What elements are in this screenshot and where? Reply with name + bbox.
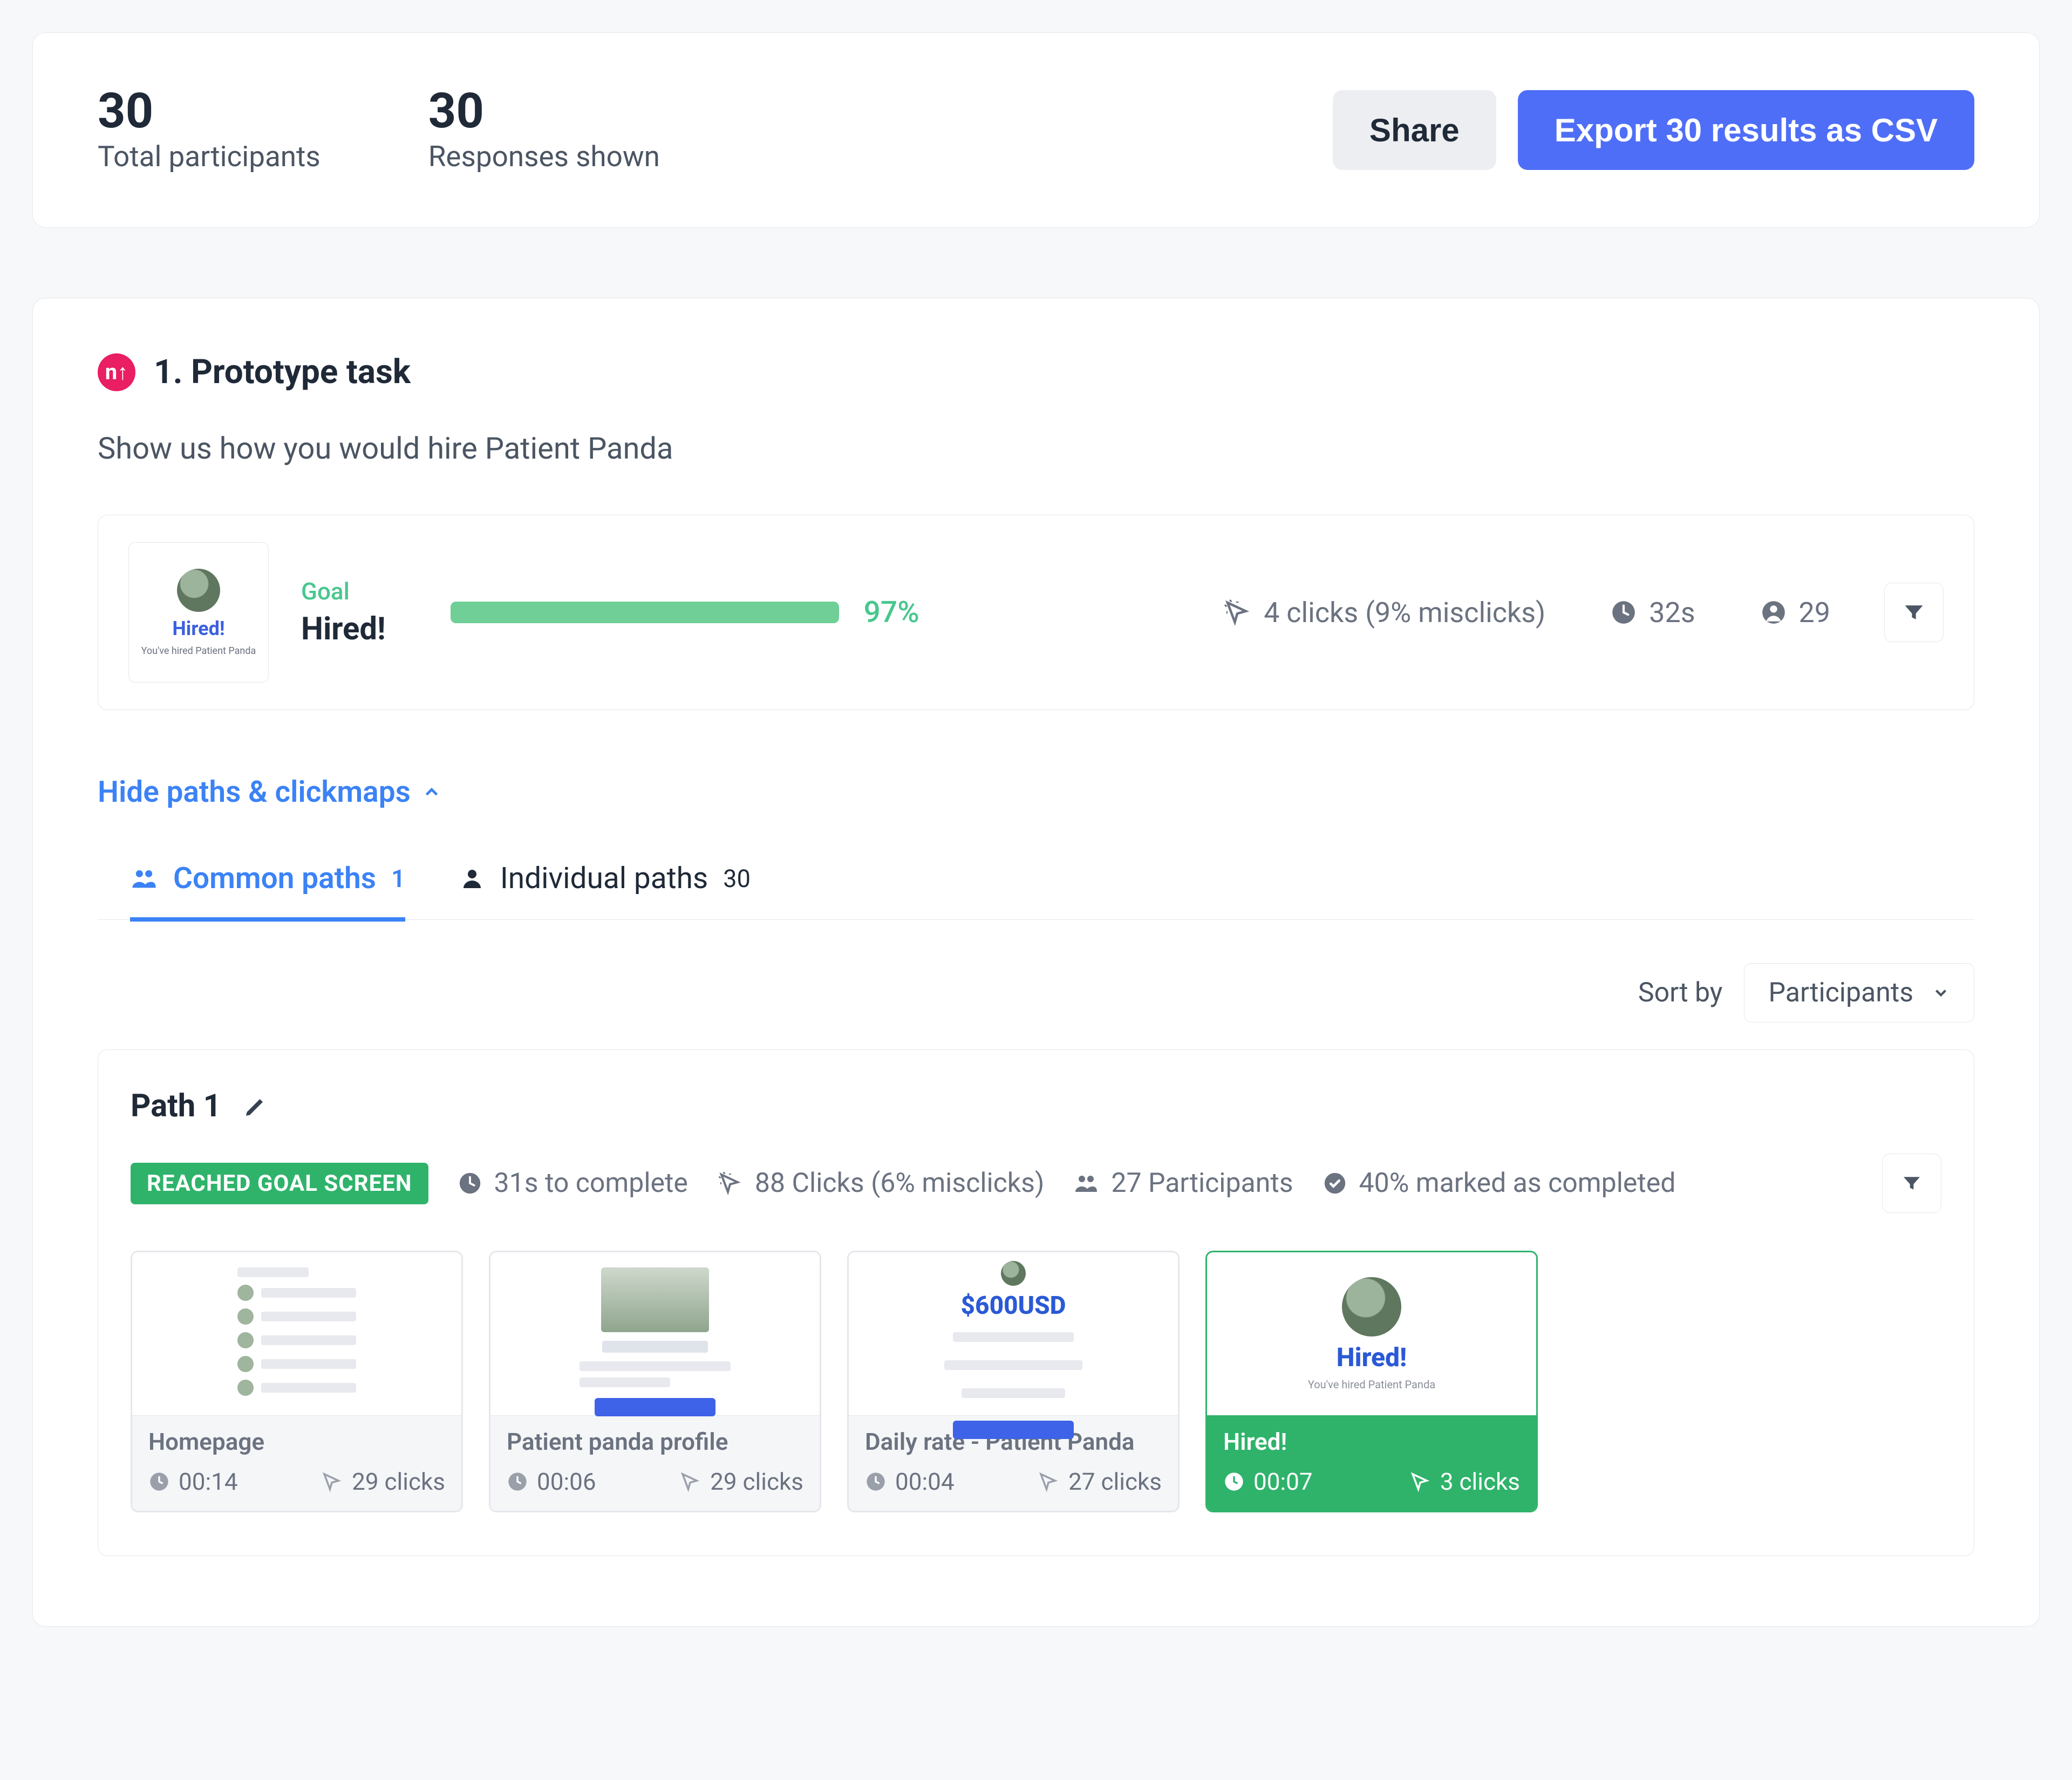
stat-total-participants: 30 Total participants (98, 87, 321, 173)
responses-shown-label: Responses shown (428, 140, 660, 173)
task-card: n↑ 1. Prototype task Show us how you wou… (32, 298, 2040, 1627)
screen-time: 00:04 (865, 1468, 955, 1496)
goal-progress-percent: 97% (864, 595, 919, 630)
sort-selected: Participants (1768, 977, 1913, 1008)
paths-tabs: Common paths 1 Individual paths 30 (98, 847, 1974, 920)
path-panel: Path 1 REACHED GOAL SCREEN 31s to comple… (98, 1049, 1974, 1556)
tab-individual-paths[interactable]: Individual paths 30 (459, 847, 751, 922)
total-participants-label: Total participants (98, 140, 321, 173)
people-group-icon (1073, 1170, 1099, 1196)
goal-metrics: 4 clicks (9% misclicks) 32s 29 (1223, 596, 1830, 629)
chevron-down-icon (1932, 984, 1950, 1002)
goal-summary-row: Hired! You've hired Patient Panda Goal H… (98, 515, 1974, 710)
screen-clicks: 29 clicks (321, 1468, 445, 1496)
screen-title: Homepage (132, 1416, 461, 1468)
screen-card-profile[interactable]: Patient panda profile 00:06 29 clicks (489, 1251, 821, 1512)
sort-row: Sort by Participants (98, 963, 1974, 1022)
screen-preview-price: $600USD (961, 1291, 1066, 1320)
export-csv-button[interactable]: Export 30 results as CSV (1518, 90, 1974, 170)
people-group-icon (130, 864, 158, 892)
goal-filter-button[interactable] (1884, 583, 1944, 642)
screen-clicks: 3 clicks (1409, 1468, 1520, 1496)
click-cursor-icon (1223, 598, 1252, 627)
task-header: n↑ 1. Prototype task (98, 352, 1974, 392)
goal-eyebrow: Goal (301, 577, 386, 605)
filter-icon (1902, 601, 1926, 624)
hide-paths-toggle[interactable]: Hide paths & clickmaps (98, 775, 442, 809)
clock-icon (148, 1471, 170, 1492)
goal-label: Goal Hired! (301, 577, 386, 647)
sort-label: Sort by (1638, 977, 1723, 1008)
path-clicks-metric: 88 Clicks (6% misclicks) (717, 1168, 1044, 1199)
goal-name: Hired! (301, 611, 386, 647)
stat-responses-shown: 30 Responses shown (428, 87, 660, 173)
screen-card-daily-rate[interactable]: $600USD Daily rate - Patient Panda 00:04 (847, 1251, 1180, 1512)
screen-card-hired[interactable]: Hired! You've hired Patient Panda Hired!… (1205, 1251, 1538, 1512)
screen-preview (490, 1252, 820, 1415)
screen-card-homepage[interactable]: Homepage 00:14 29 clicks (131, 1251, 463, 1512)
goal-reached-badge: REACHED GOAL SCREEN (131, 1163, 428, 1204)
path-completed-metric: 40% marked as completed (1323, 1168, 1676, 1199)
path-meta: REACHED GOAL SCREEN 31s to complete 88 C… (131, 1154, 1941, 1213)
goal-time-metric: 32s (1610, 596, 1695, 629)
total-participants-value: 30 (98, 87, 321, 135)
click-cursor-icon (1409, 1470, 1432, 1493)
goal-clicks-metric: 4 clicks (9% misclicks) (1223, 596, 1545, 629)
screen-preview: Hired! You've hired Patient Panda (1207, 1252, 1536, 1415)
share-button[interactable]: Share (1333, 90, 1496, 170)
sort-select[interactable]: Participants (1744, 963, 1974, 1022)
panda-avatar-icon (177, 569, 220, 612)
clock-icon (1610, 599, 1637, 626)
clock-icon (1223, 1471, 1245, 1492)
goal-progress-bar (451, 602, 839, 623)
path-participants-metric: 27 Participants (1073, 1168, 1293, 1199)
screen-title: Patient panda profile (490, 1416, 820, 1468)
screen-time: 00:14 (148, 1468, 238, 1496)
screen-clicks: 27 clicks (1037, 1468, 1162, 1496)
check-circle-icon (1323, 1171, 1347, 1196)
screen-preview (132, 1252, 461, 1415)
rename-path-button[interactable] (243, 1093, 269, 1119)
summary-card: 30 Total participants 30 Responses shown… (32, 32, 2040, 228)
clock-icon (507, 1471, 528, 1492)
goal-thumbnail[interactable]: Hired! You've hired Patient Panda (128, 542, 269, 683)
goal-progress: 97% (451, 595, 919, 630)
screen-title: Hired! (1207, 1416, 1536, 1468)
filter-icon (1901, 1172, 1923, 1194)
tab-individual-count: 30 (723, 864, 751, 893)
goal-thumb-hired-text: Hired! (172, 617, 224, 640)
path-time-metric: 31s to complete (458, 1168, 688, 1199)
task-title: 1. Prototype task (154, 352, 411, 392)
screen-preview: $600USD (849, 1252, 1178, 1415)
clock-icon (865, 1471, 887, 1492)
path-title: Path 1 (131, 1088, 221, 1124)
screen-time: 00:07 (1223, 1468, 1313, 1496)
click-cursor-icon (321, 1470, 343, 1493)
path-header: Path 1 (131, 1088, 1941, 1124)
prototype-task-icon: n↑ (98, 353, 135, 391)
screen-clicks: 29 clicks (679, 1468, 803, 1496)
click-cursor-icon (1037, 1470, 1060, 1493)
responses-shown-value: 30 (428, 87, 660, 135)
screen-time: 00:06 (507, 1468, 596, 1496)
goal-participants-metric: 29 (1760, 596, 1830, 629)
clock-icon (458, 1171, 482, 1196)
person-icon (1760, 599, 1787, 626)
path-filter-button[interactable] (1882, 1154, 1941, 1213)
chevron-up-icon (421, 782, 442, 802)
person-solid-icon (459, 865, 485, 891)
path-screens-row: Homepage 00:14 29 clicks (131, 1251, 1941, 1512)
click-cursor-icon (717, 1170, 743, 1196)
tab-common-count: 1 (391, 864, 405, 893)
click-cursor-icon (679, 1470, 701, 1493)
task-description: Show us how you would hire Patient Panda (98, 431, 1974, 466)
pencil-icon (243, 1093, 269, 1119)
tab-common-paths[interactable]: Common paths 1 (130, 847, 405, 922)
